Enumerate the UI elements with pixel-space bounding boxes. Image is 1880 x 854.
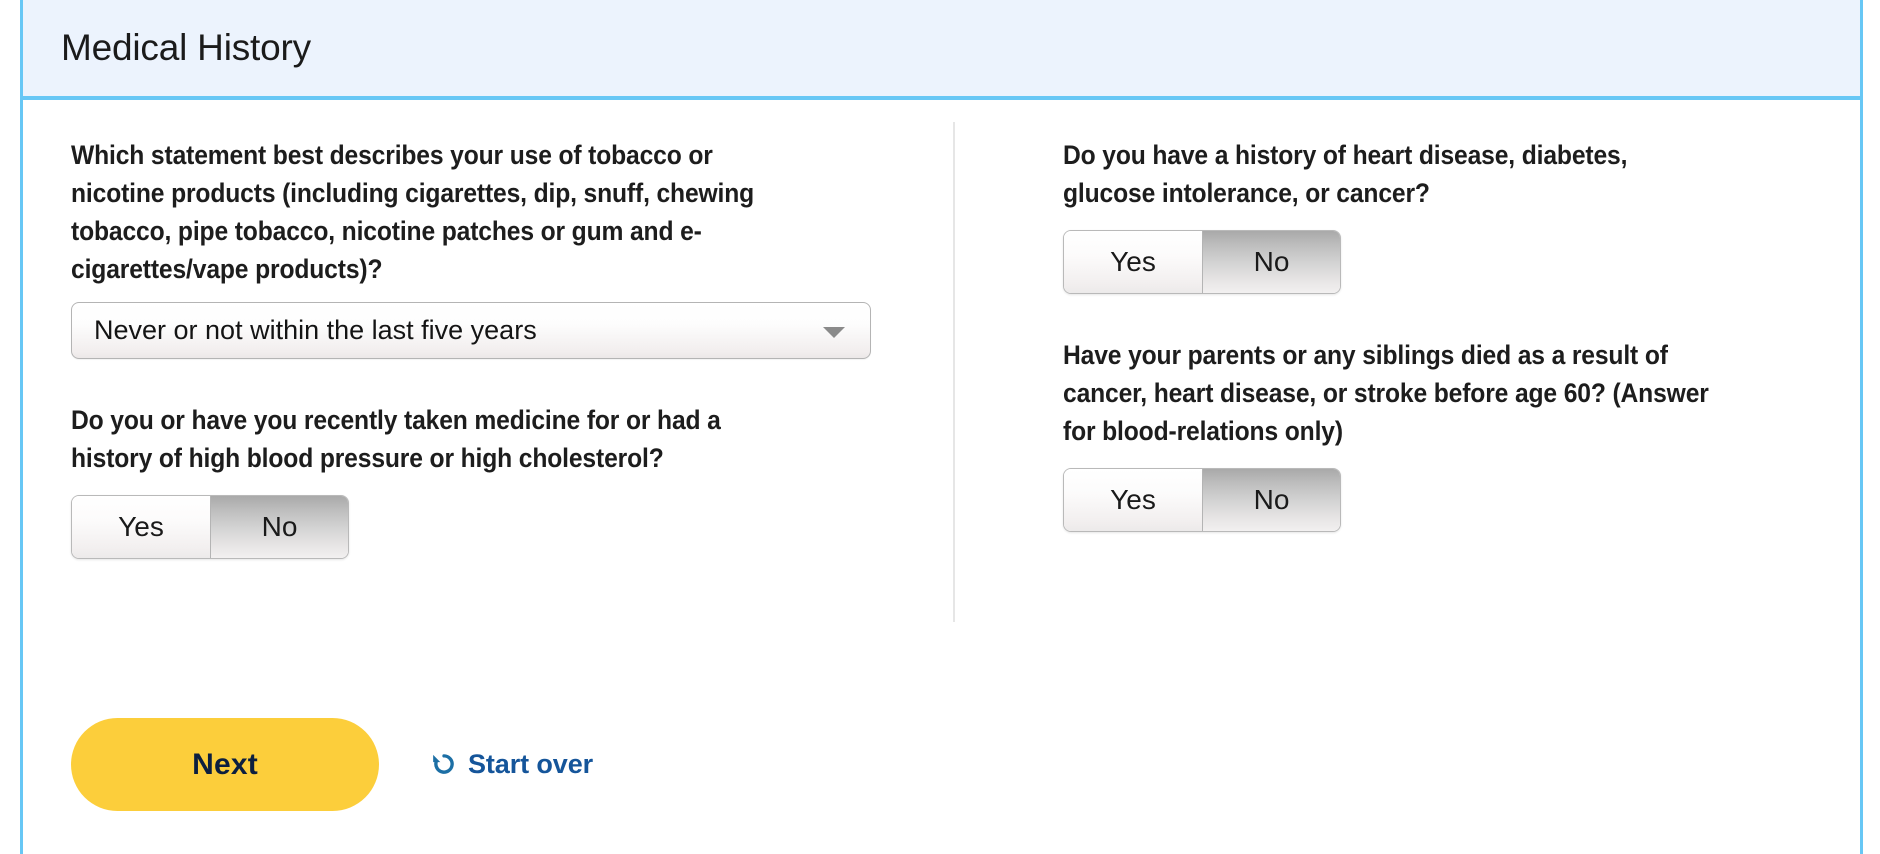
question-blood-pressure-cholesterol: Do you or have you recently taken medici… <box>71 401 953 559</box>
family-history-no-button[interactable]: No <box>1202 469 1340 531</box>
question-heart-disease: Do you have a history of heart disease, … <box>1063 136 1853 294</box>
family-history-yes-button[interactable]: Yes <box>1064 469 1202 531</box>
question-family-history-label: Have your parents or any siblings died a… <box>1063 340 1709 446</box>
question-columns: Which statement best describes your use … <box>23 100 1860 622</box>
tobacco-use-select-wrapper[interactable]: Never or not within the last five years <box>71 302 871 359</box>
card-body: Which statement best describes your use … <box>23 100 1860 846</box>
card-header: Medical History <box>23 0 1860 100</box>
page-title: Medical History <box>61 26 311 68</box>
heart-disease-toggle[interactable]: Yes No <box>1063 230 1341 294</box>
blood-pressure-cholesterol-toggle[interactable]: Yes No <box>71 495 349 559</box>
blood-pressure-cholesterol-no-button[interactable]: No <box>210 496 348 558</box>
form-actions: Next Start over <box>71 718 593 811</box>
start-over-link[interactable]: Start over <box>431 749 593 780</box>
heart-disease-no-button[interactable]: No <box>1202 231 1340 293</box>
heart-disease-yes-button[interactable]: Yes <box>1064 231 1202 293</box>
question-tobacco-use: Which statement best describes your use … <box>71 136 953 359</box>
blood-pressure-cholesterol-yes-button[interactable]: Yes <box>72 496 210 558</box>
family-history-toggle[interactable]: Yes No <box>1063 468 1341 532</box>
right-column: Do you have a history of heart disease, … <box>953 100 1853 559</box>
tobacco-use-select[interactable]: Never or not within the last five years <box>71 302 871 359</box>
question-heart-disease-label: Do you have a history of heart disease, … <box>1063 140 1628 208</box>
question-tobacco-use-label: Which statement best describes your use … <box>71 140 755 284</box>
left-column: Which statement best describes your use … <box>23 100 953 559</box>
medical-history-card: Medical History Which statement best des… <box>20 0 1863 854</box>
next-button[interactable]: Next <box>71 718 379 811</box>
restore-counterclockwise-arrow-icon <box>433 753 454 774</box>
question-family-history: Have your parents or any siblings died a… <box>1063 336 1853 532</box>
question-blood-pressure-cholesterol-label: Do you or have you recently taken medici… <box>71 405 721 473</box>
start-over-label: Start over <box>468 749 594 779</box>
